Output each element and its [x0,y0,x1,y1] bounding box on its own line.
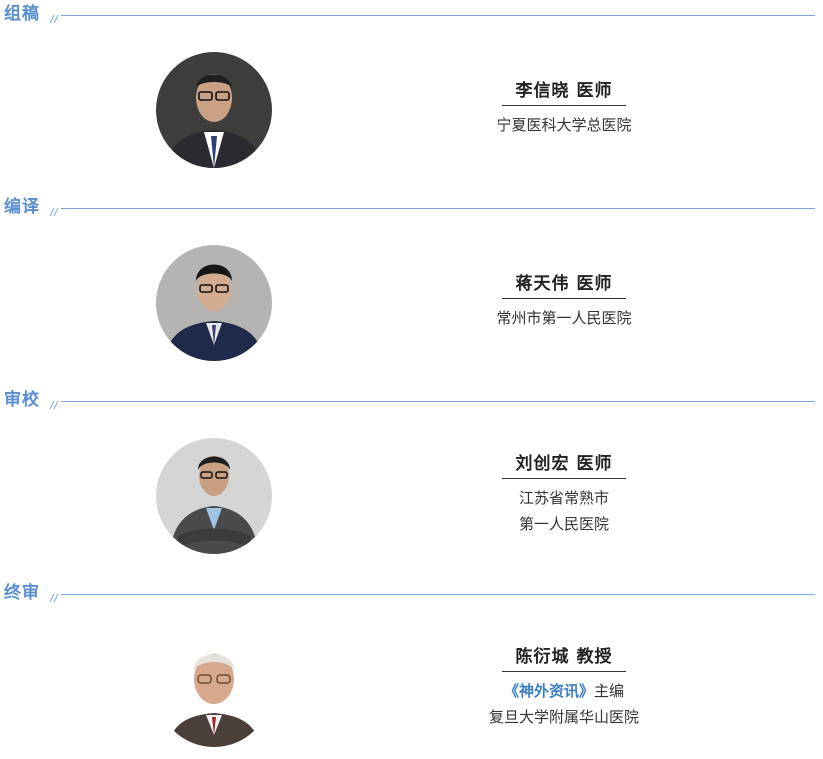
double-slash-icon [49,593,59,603]
double-slash-icon [49,207,59,217]
person-info: 刘创宏 医师 江苏省常熟市 第一人民医院 [464,452,664,537]
section-header: 组稿 [0,2,823,28]
section-divider [61,208,815,209]
section-header: 审校 [0,388,823,414]
section-title: 组稿 [4,4,40,24]
person-info: 蒋天伟 医师 常州市第一人民医院 [464,272,664,331]
person-name: 刘创宏 医师 [501,452,627,479]
role-label: 主编 [594,682,625,700]
affiliation-line: 江苏省常熟市 [518,489,609,507]
role-line: 《神外资讯》主编 [464,678,664,704]
affiliation-line: 复旦大学附属华山医院 [488,708,639,726]
section-header: 终审 [0,581,823,607]
person-name: 蒋天伟 医师 [501,272,627,299]
section-header: 编译 [0,195,823,221]
person-name: 陈衍城 教授 [501,645,627,672]
affiliation-line: 常州市第一人民医院 [496,309,632,327]
section-divider [61,15,815,16]
avatar [156,438,272,554]
publication-title: 《神外资讯》 [503,682,594,700]
affiliation-line: 第一人民医院 [518,515,609,533]
person-info: 李信晓 医师 宁夏医科大学总医院 [464,79,664,138]
avatar [156,52,272,168]
section-title: 终审 [4,583,40,603]
avatar [156,245,272,361]
section-divider [61,594,815,595]
double-slash-icon [49,14,59,24]
section-title: 审校 [4,390,40,410]
avatar [156,631,272,747]
section-title: 编译 [4,197,40,217]
double-slash-icon [49,400,59,410]
person-info: 陈衍城 教授 《神外资讯》主编 复旦大学附属华山医院 [464,645,664,730]
affiliation-line: 宁夏医科大学总医院 [496,116,632,134]
section-divider [61,401,815,402]
person-name: 李信晓 医师 [501,79,627,106]
